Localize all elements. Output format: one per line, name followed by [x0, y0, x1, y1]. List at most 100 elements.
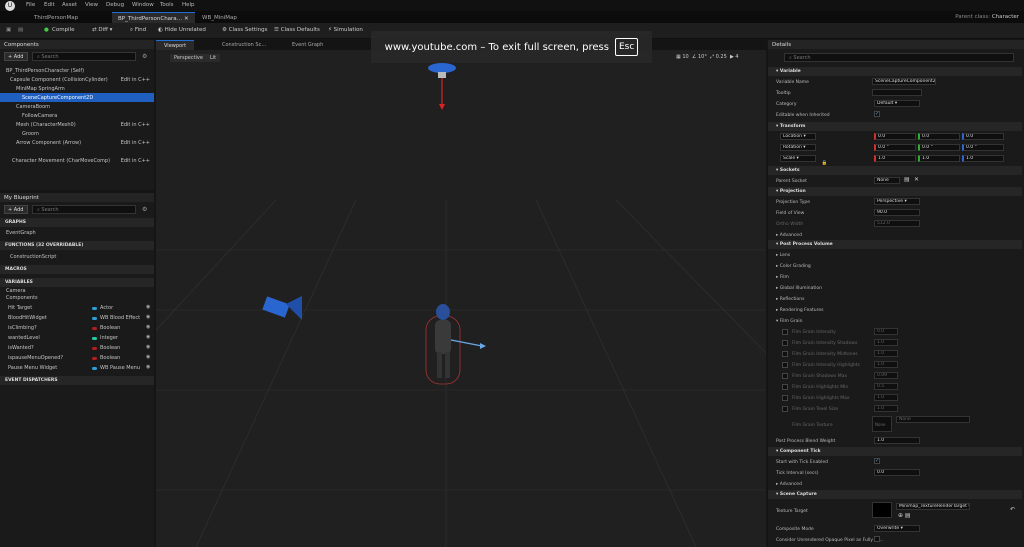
blend-weight-input[interactable]: 1.0	[874, 437, 920, 444]
scene-capture-section[interactable]: ▾ Scene Capture	[768, 490, 1022, 499]
visibility-eye-icon[interactable]: ◉	[146, 364, 150, 370]
variable-name-input[interactable]: SceneCaptureComponent2D	[872, 78, 936, 85]
ppv-group[interactable]: ▸ Rendering Features	[768, 305, 1022, 315]
component-item[interactable]: Arrow Component (Arrow) Edit in C++	[0, 138, 154, 147]
menu-edit[interactable]: Edit	[44, 2, 55, 8]
lit-button[interactable]: Lit	[206, 54, 221, 62]
variable-type[interactable]: WB Pause Menu	[92, 365, 140, 371]
category-dropdown[interactable]: Default ▾	[874, 100, 920, 107]
unreal-logo-icon[interactable]: U	[5, 1, 15, 11]
variable-item[interactable]: ispauseMenuOpened?	[0, 353, 154, 362]
fg-value-input[interactable]: 0.5	[874, 383, 898, 390]
location-dropdown[interactable]: Location ▾	[780, 133, 816, 140]
transform-scl-field[interactable]: 1.0	[874, 155, 916, 162]
component-item[interactable]: CameraBoom	[0, 102, 154, 111]
component-item[interactable]: Groom	[0, 129, 154, 138]
composite-mode-dropdown[interactable]: Overwrite ▾	[874, 525, 920, 532]
fg-value-input[interactable]: 0.09	[874, 372, 898, 379]
components-category[interactable]: Components	[0, 294, 38, 301]
fg-value-input[interactable]: 1.0	[874, 405, 898, 412]
scale-dropdown[interactable]: Scale ▾	[780, 155, 816, 162]
transform-scl-field[interactable]: 1.0	[962, 155, 1004, 162]
edit-cpp-link[interactable]: Edit in C++	[121, 158, 150, 164]
transform-section[interactable]: ▾ Transform	[768, 122, 1022, 131]
ppv-section[interactable]: ▾ Post Process Volume	[768, 240, 1022, 249]
menu-file[interactable]: File	[26, 2, 35, 8]
tab-thirdpersonmap[interactable]: ThirdPersonMap	[28, 12, 84, 23]
viewport-snap-settings[interactable]: ▦ 10 ∠ 10° ⤢ 0.25 ▶ 4	[676, 54, 739, 60]
find-button[interactable]: ⌕ Find	[130, 27, 146, 34]
ppv-group[interactable]: ▸ Film	[768, 272, 1022, 282]
component-tick-section[interactable]: ▾ Component Tick	[768, 447, 1022, 456]
simulation-button[interactable]: ⚡ Simulation	[328, 27, 363, 33]
macros-section[interactable]: MACROS	[0, 265, 154, 274]
tab-viewport[interactable]: Viewport	[156, 40, 195, 50]
gear-icon[interactable]: ⚙	[142, 206, 147, 213]
variables-section[interactable]: VARIABLES	[0, 278, 154, 287]
transform-rot-field[interactable]: 0.0 °	[918, 144, 960, 151]
ppv-group[interactable]: ▸ Global Illumination	[768, 283, 1022, 293]
variable-section[interactable]: ▾ Variable	[768, 67, 1022, 76]
add-blueprint-button[interactable]: + Add	[4, 205, 28, 214]
details-search-input[interactable]: ⌕ Search	[784, 53, 1014, 62]
fg-texture-dropdown[interactable]: None	[896, 416, 970, 423]
browse-icon[interactable]: ⊕ ▤	[898, 512, 911, 519]
variable-item[interactable]: Hit Target	[0, 303, 154, 312]
rotation-dropdown[interactable]: Rotation ▾	[780, 144, 816, 151]
fov-input[interactable]: 90.0	[874, 209, 920, 216]
compile-button[interactable]: Compile	[52, 27, 75, 33]
projection-type-dropdown[interactable]: Perspective ▾	[874, 198, 920, 205]
ortho-width-input[interactable]: 512.0	[874, 220, 920, 227]
menu-asset[interactable]: Asset	[62, 2, 77, 8]
variable-type[interactable]: Boolean	[92, 325, 120, 331]
save-icon[interactable]: ▣	[6, 27, 11, 33]
tab-bp-thirdperson[interactable]: BP_ThirdPersonChara… ✕	[112, 12, 195, 23]
projection-advanced[interactable]: ▸ Advanced	[768, 230, 1022, 240]
clear-icon[interactable]: ✕	[914, 176, 919, 183]
projection-section[interactable]: ▾ Projection	[768, 187, 1022, 196]
folder-icon[interactable]: ▤	[904, 176, 910, 183]
functions-section[interactable]: FUNCTIONS (32 OVERRIDABLE)	[0, 241, 154, 250]
hide-unrelated-button[interactable]: ◐ Hide Unrelated	[158, 27, 206, 33]
edit-cpp-link[interactable]: Edit in C++	[121, 122, 150, 128]
menu-tools[interactable]: Tools	[160, 2, 174, 8]
reset-arrow-icon[interactable]: ↶	[1010, 506, 1015, 513]
menu-window[interactable]: Window	[132, 2, 154, 8]
fg-value-input[interactable]: 1.0	[874, 339, 898, 346]
component-item[interactable]: MiniMap SpringArm	[0, 84, 154, 93]
component-item[interactable]: Mesh (CharacterMesh0) Edit in C++	[0, 120, 154, 129]
variable-item[interactable]: wantedLevel	[0, 333, 154, 342]
variable-type[interactable]: Boolean	[92, 345, 120, 351]
component-item[interactable]: FollowCamera	[0, 111, 154, 120]
component-item[interactable]: BP_ThirdPersonCharacter (Self)	[0, 66, 154, 75]
close-icon[interactable]: ✕	[184, 16, 189, 22]
consider-unrendered-checkbox[interactable]	[874, 536, 880, 542]
transform-scl-field[interactable]: 1.0	[918, 155, 960, 162]
tab-construction[interactable]: Construction Sc…	[214, 40, 274, 50]
variable-type[interactable]: Actor	[92, 305, 113, 311]
browse-icon[interactable]: ▤	[18, 27, 23, 33]
transform-rot-field[interactable]: 0.0 °	[874, 144, 916, 151]
component-item-selected[interactable]: SceneCaptureComponent2D	[0, 93, 154, 102]
tick-advanced[interactable]: ▸ Advanced	[768, 479, 1022, 489]
menu-help[interactable]: Help	[182, 2, 195, 8]
transform-loc-field[interactable]: 0.0	[918, 133, 960, 140]
variable-item[interactable]: isWanted?	[0, 343, 154, 352]
event-graph-item[interactable]: EventGraph	[0, 228, 36, 237]
menu-debug[interactable]: Debug	[106, 2, 124, 8]
construction-script-item[interactable]: ConstructionScript	[0, 252, 56, 261]
transform-loc-field[interactable]: 0.0	[962, 133, 1004, 140]
visibility-eye-icon[interactable]: ◉	[146, 324, 150, 330]
editable-checkbox[interactable]: ✓	[874, 111, 880, 117]
component-item[interactable]: Capsule Component (CollisionCylinder) Edi…	[0, 75, 154, 84]
add-component-button[interactable]: + Add	[4, 52, 28, 61]
tab-wb-minimap[interactable]: WB_MiniMap	[196, 12, 243, 23]
variable-type[interactable]: Boolean	[92, 355, 120, 361]
fg-value-input[interactable]: 1.0	[874, 361, 898, 368]
variable-type[interactable]: WB Blood Effect	[92, 315, 140, 321]
tab-event-graph[interactable]: Event Graph	[284, 40, 331, 50]
class-settings-button[interactable]: ⚙ Class Settings	[222, 27, 267, 33]
menu-view[interactable]: View	[85, 2, 98, 8]
fg-value-input[interactable]: 1.0	[874, 350, 898, 357]
viewport-canvas[interactable]	[156, 50, 766, 547]
